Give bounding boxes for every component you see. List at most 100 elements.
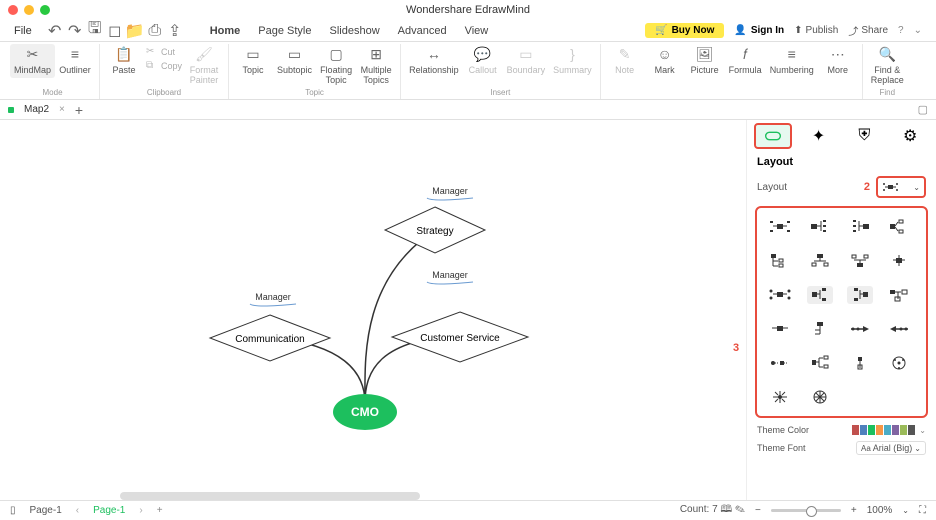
- page-tab-active[interactable]: Page-1: [93, 505, 125, 516]
- share-button[interactable]: ⤴Share: [848, 23, 888, 38]
- maximize-window[interactable]: [40, 5, 50, 15]
- find-replace-button[interactable]: 🔍Find & Replace: [867, 44, 908, 88]
- theme-font-label: Theme Font: [757, 443, 806, 453]
- numbering-button[interactable]: ≡Numbering: [766, 44, 818, 78]
- panel-tab-settings[interactable]: ⚙: [891, 123, 929, 149]
- page-next-icon[interactable]: ›: [139, 505, 142, 516]
- layout-option-20[interactable]: [886, 354, 912, 372]
- publish-button[interactable]: ⬆Publish: [794, 25, 838, 36]
- relationship-button[interactable]: ↔Relationship: [405, 44, 463, 78]
- collapse-ribbon-icon[interactable]: ⌄: [914, 25, 922, 36]
- layout-option-8[interactable]: [886, 252, 912, 270]
- canvas[interactable]: CMO Communication Manager Strategy Manag…: [0, 120, 746, 500]
- tab-page-style[interactable]: Page Style: [258, 25, 311, 37]
- layout-option-3[interactable]: [847, 218, 873, 236]
- tab-advanced[interactable]: Advanced: [398, 25, 447, 37]
- copy-button[interactable]: ⧉Copy: [146, 60, 182, 72]
- menubar: File ↶ ↷ 🖫 ◻ 📁 ⎙ ⇪ Home Page Style Slide…: [0, 20, 936, 42]
- redo-icon[interactable]: ↷: [68, 24, 82, 38]
- cut-button[interactable]: ✂Cut: [146, 46, 182, 58]
- layout-option-2[interactable]: [807, 218, 833, 236]
- tab-home[interactable]: Home: [210, 25, 241, 37]
- new-icon[interactable]: ◻: [108, 24, 122, 38]
- save-icon[interactable]: 🖫: [88, 24, 102, 38]
- layout-option-13[interactable]: [767, 320, 793, 338]
- page-prev-icon[interactable]: ‹: [76, 505, 79, 516]
- floating-topic-button[interactable]: ▢Floating Topic: [316, 44, 356, 88]
- callout-2: 2: [864, 181, 870, 193]
- layout-option-17[interactable]: [767, 354, 793, 372]
- layout-option-12[interactable]: [886, 286, 912, 304]
- layout-option-19[interactable]: [847, 354, 873, 372]
- outline-view-icon[interactable]: ▯: [10, 505, 16, 516]
- topic-button[interactable]: ▭Topic: [233, 44, 273, 78]
- export-icon[interactable]: ⇪: [168, 24, 182, 38]
- layout-option-9[interactable]: [767, 286, 793, 304]
- fit-view-icon[interactable]: ⛶: [919, 505, 926, 516]
- zoom-dropdown-icon[interactable]: ⌄: [902, 506, 909, 515]
- panel-tab-security[interactable]: ⛨: [845, 123, 883, 149]
- layout-option-16[interactable]: [886, 320, 912, 338]
- callout-button[interactable]: 💬Callout: [463, 44, 503, 78]
- layout-option-14[interactable]: [807, 320, 833, 338]
- add-page-button[interactable]: +: [157, 505, 163, 516]
- layout-option-6[interactable]: [807, 252, 833, 270]
- layout-option-18[interactable]: [807, 354, 833, 372]
- outliner-button[interactable]: ≡Outliner: [55, 44, 95, 78]
- layout-option-5[interactable]: [767, 252, 793, 270]
- undo-icon[interactable]: ↶: [48, 24, 62, 38]
- find-icon: 🔍: [878, 46, 896, 64]
- theme-color-swatches[interactable]: [852, 425, 915, 435]
- layout-option-10[interactable]: [807, 286, 833, 304]
- subtopic-button[interactable]: ▭Subtopic: [273, 44, 316, 78]
- open-icon[interactable]: 📁: [128, 24, 142, 38]
- mindmap-button[interactable]: ✂MindMap: [10, 44, 55, 78]
- minimize-window[interactable]: [24, 5, 34, 15]
- layout-option-11[interactable]: [847, 286, 873, 304]
- format-painter-button[interactable]: 🖌Format Painter: [184, 44, 224, 88]
- layout-option-4[interactable]: [886, 218, 912, 236]
- paste-button[interactable]: 📋Paste: [104, 44, 144, 78]
- page-tab-left[interactable]: Page-1: [30, 505, 62, 516]
- summary-button[interactable]: }Summary: [549, 44, 596, 78]
- boundary-button[interactable]: ▭Boundary: [503, 44, 550, 78]
- panel-toggle-icon[interactable]: ▢: [918, 103, 928, 116]
- layout-option-22[interactable]: [807, 388, 833, 406]
- tab-view[interactable]: View: [465, 25, 489, 37]
- layout-option-1[interactable]: [767, 218, 793, 236]
- panel-tab-style[interactable]: [754, 123, 792, 149]
- print-icon[interactable]: ⎙: [148, 24, 162, 38]
- strategy-label: Strategy: [416, 226, 453, 237]
- buy-now-button[interactable]: 🛒Buy Now: [645, 23, 724, 38]
- formula-button[interactable]: 𝑓Formula: [725, 44, 766, 78]
- doc-tab[interactable]: Map2: [24, 104, 49, 115]
- topic-group-label: Topic: [305, 88, 324, 99]
- zoom-in-button[interactable]: +: [851, 505, 857, 516]
- zoom-slider[interactable]: [771, 509, 841, 512]
- mindmap-svg: CMO Communication Manager Strategy Manag…: [0, 120, 746, 500]
- sign-in-button[interactable]: 👤Sign In: [734, 25, 784, 36]
- note-button[interactable]: ✎Note: [605, 44, 645, 78]
- tab-slideshow[interactable]: Slideshow: [330, 25, 380, 37]
- horizontal-scrollbar[interactable]: [120, 492, 420, 500]
- zoom-out-button[interactable]: −: [755, 505, 761, 516]
- close-window[interactable]: [8, 5, 18, 15]
- numbering-icon: ≡: [783, 46, 801, 64]
- layout-option-7[interactable]: [847, 252, 873, 270]
- layout-option-15[interactable]: [847, 320, 873, 338]
- theme-font-dropdown[interactable]: Aa Arial (Big) ⌄: [856, 441, 926, 455]
- add-doc-button[interactable]: +: [75, 102, 83, 118]
- mark-button[interactable]: ☺Mark: [645, 44, 685, 78]
- cmo-label: CMO: [351, 405, 379, 419]
- chevron-down-icon[interactable]: ⌄: [919, 426, 926, 435]
- layout-option-21[interactable]: [767, 388, 793, 406]
- picture-button[interactable]: 🖼Picture: [685, 44, 725, 78]
- manager-label-3: Manager: [432, 270, 468, 280]
- multiple-topics-button[interactable]: ⊞Multiple Topics: [356, 44, 396, 88]
- help-icon[interactable]: ?: [898, 25, 904, 36]
- file-menu[interactable]: File: [14, 25, 32, 37]
- layout-dropdown[interactable]: ⌄: [876, 176, 926, 198]
- panel-tab-ai[interactable]: ✦: [800, 123, 838, 149]
- more-button[interactable]: ⋯More: [818, 44, 858, 78]
- close-doc-icon[interactable]: ×: [59, 104, 65, 115]
